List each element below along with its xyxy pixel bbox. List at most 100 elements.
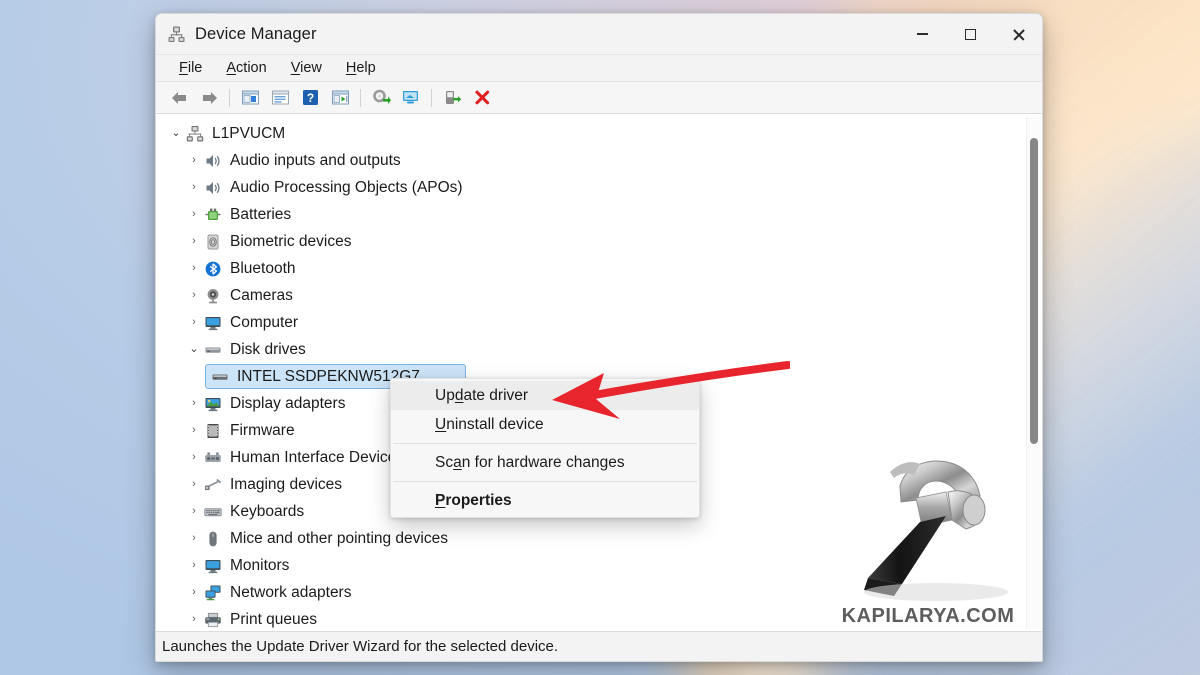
tree-item-computer[interactable]: › Computer: [164, 309, 1025, 336]
context-menu-label: Properties: [435, 491, 512, 509]
tree-item-label: Biometric devices: [230, 232, 352, 250]
device-tree-panel[interactable]: ⌄ L1PVUCM › Audio inputs and outputs › A…: [156, 114, 1042, 631]
tree-item-audio-processing-objects[interactable]: › Audio Processing Objects (APOs): [164, 174, 1025, 201]
tree-item-mice-and-pointing-devices[interactable]: › Mice and other pointing devices: [164, 525, 1025, 552]
close-button[interactable]: [994, 14, 1042, 54]
chevron-right-icon[interactable]: ›: [184, 533, 204, 544]
chevron-right-icon[interactable]: ›: [184, 398, 204, 409]
context-menu-item-uninstall-device[interactable]: Uninstall device: [391, 410, 699, 439]
chevron-right-icon[interactable]: ›: [184, 263, 204, 274]
toolbar: ?: [156, 82, 1042, 114]
tree-item-label: Computer: [230, 313, 299, 331]
hid-icon: [204, 449, 222, 467]
show-hide-action-pane-icon[interactable]: [327, 86, 353, 110]
disk-drive-icon: [211, 368, 229, 386]
chevron-right-icon[interactable]: ›: [184, 209, 204, 220]
tree-item-audio-inputs-and-outputs[interactable]: › Audio inputs and outputs: [164, 147, 1025, 174]
tree-item-label: Cameras: [230, 286, 293, 304]
tree-item-print-queues[interactable]: › Print queues: [164, 606, 1025, 631]
disk-drive-icon: [204, 341, 222, 359]
context-menu-item-update-driver[interactable]: Update driver: [391, 381, 699, 410]
chevron-right-icon[interactable]: ›: [184, 560, 204, 571]
chevron-right-icon[interactable]: ›: [184, 614, 204, 625]
display-adapter-icon: [204, 395, 222, 413]
maximize-button[interactable]: [946, 14, 994, 54]
scan-for-hardware-changes-icon[interactable]: [398, 86, 424, 110]
menu-bar: File Action View Help: [156, 54, 1042, 82]
tree-item-root[interactable]: ⌄ L1PVUCM: [164, 120, 1025, 147]
fingerprint-icon: [204, 233, 222, 251]
tree-item-monitors[interactable]: › Monitors: [164, 552, 1025, 579]
enable-device-icon[interactable]: [439, 86, 465, 110]
chevron-right-icon[interactable]: ›: [184, 290, 204, 301]
tree-item-label: Bluetooth: [230, 259, 296, 277]
toolbar-separator-2: [360, 88, 361, 107]
menu-item-action[interactable]: Action: [216, 57, 276, 79]
firmware-icon: [204, 422, 222, 440]
tree-item-label: L1PVUCM: [212, 124, 286, 142]
tree-item-network-adapters[interactable]: › Network adapters: [164, 579, 1025, 606]
back-icon[interactable]: [166, 86, 192, 110]
scrollbar-thumb[interactable]: [1030, 138, 1038, 444]
chevron-down-icon[interactable]: ⌄: [184, 344, 204, 355]
network-adapter-icon: [204, 584, 222, 602]
help-icon[interactable]: ?: [297, 86, 323, 110]
context-menu-item-properties[interactable]: Properties: [391, 486, 699, 515]
menu-item-view[interactable]: View: [281, 57, 332, 79]
svg-text:?: ?: [306, 91, 313, 105]
context-menu-item-scan-for-hardware-changes[interactable]: Scan for hardware changes: [391, 448, 699, 477]
speaker-icon: [204, 152, 222, 170]
tree-item-label: Network adapters: [230, 583, 352, 601]
tree-item-label: Batteries: [230, 205, 292, 223]
forward-icon[interactable]: [196, 86, 222, 110]
speaker-icon: [204, 179, 222, 197]
chevron-right-icon[interactable]: ›: [184, 425, 204, 436]
tree-item-label: Disk drives: [230, 340, 306, 358]
update-driver-icon[interactable]: [368, 86, 394, 110]
tree-item-batteries[interactable]: › Batteries: [164, 201, 1025, 228]
chevron-right-icon[interactable]: ›: [184, 506, 204, 517]
tree-item-label: Print queues: [230, 610, 318, 628]
chevron-right-icon[interactable]: ›: [184, 452, 204, 463]
status-bar-text: Launches the Update Driver Wizard for th…: [162, 638, 559, 655]
tree-item-disk-drives[interactable]: ⌄ Disk drives: [164, 336, 1025, 363]
chevron-right-icon[interactable]: ›: [184, 155, 204, 166]
chevron-right-icon[interactable]: ›: [184, 236, 204, 247]
uninstall-device-icon[interactable]: [469, 86, 495, 110]
chevron-right-icon[interactable]: ›: [184, 317, 204, 328]
device-tree: ⌄ L1PVUCM › Audio inputs and outputs › A…: [156, 114, 1025, 631]
title-bar[interactable]: Device Manager: [156, 14, 1042, 54]
tree-item-cameras[interactable]: › Cameras: [164, 282, 1025, 309]
context-menu-label: Update driver: [435, 386, 529, 404]
chevron-down-icon[interactable]: ⌄: [166, 128, 186, 139]
device-manager-icon: [167, 25, 186, 44]
tree-item-label: Firmware: [230, 421, 295, 439]
maximize-icon: [964, 28, 976, 40]
show-hide-console-tree-icon[interactable]: [237, 86, 263, 110]
menu-item-file[interactable]: File: [169, 57, 212, 79]
battery-icon: [204, 206, 222, 224]
monitor-icon: [204, 314, 222, 332]
tree-item-bluetooth[interactable]: › Bluetooth: [164, 255, 1025, 282]
chevron-right-icon[interactable]: ›: [184, 587, 204, 598]
chevron-right-icon[interactable]: ›: [184, 479, 204, 490]
device-manager-window: Device Manager File Action View Help ? ⌄…: [155, 13, 1043, 662]
keyboard-icon: [204, 503, 222, 521]
window-title: Device Manager: [195, 24, 317, 43]
window-controls: [898, 14, 1042, 54]
context-menu-separator-1: [393, 443, 697, 444]
vertical-scrollbar[interactable]: [1026, 116, 1041, 629]
minimize-button[interactable]: [898, 14, 946, 54]
monitor-icon: [204, 557, 222, 575]
context-menu-label: Scan for hardware changes: [435, 453, 625, 471]
menu-item-help[interactable]: Help: [336, 57, 386, 79]
tree-item-label: Keyboards: [230, 502, 305, 520]
tree-item-label: Audio inputs and outputs: [230, 151, 401, 169]
chevron-right-icon[interactable]: ›: [184, 182, 204, 193]
title-bar-left: Device Manager: [156, 25, 317, 44]
properties-icon[interactable]: [267, 86, 293, 110]
minimize-icon: [916, 33, 928, 35]
tree-item-biometric-devices[interactable]: › Biometric devices: [164, 228, 1025, 255]
toolbar-separator-3: [431, 88, 432, 107]
tree-item-label: Audio Processing Objects (APOs): [230, 178, 463, 196]
